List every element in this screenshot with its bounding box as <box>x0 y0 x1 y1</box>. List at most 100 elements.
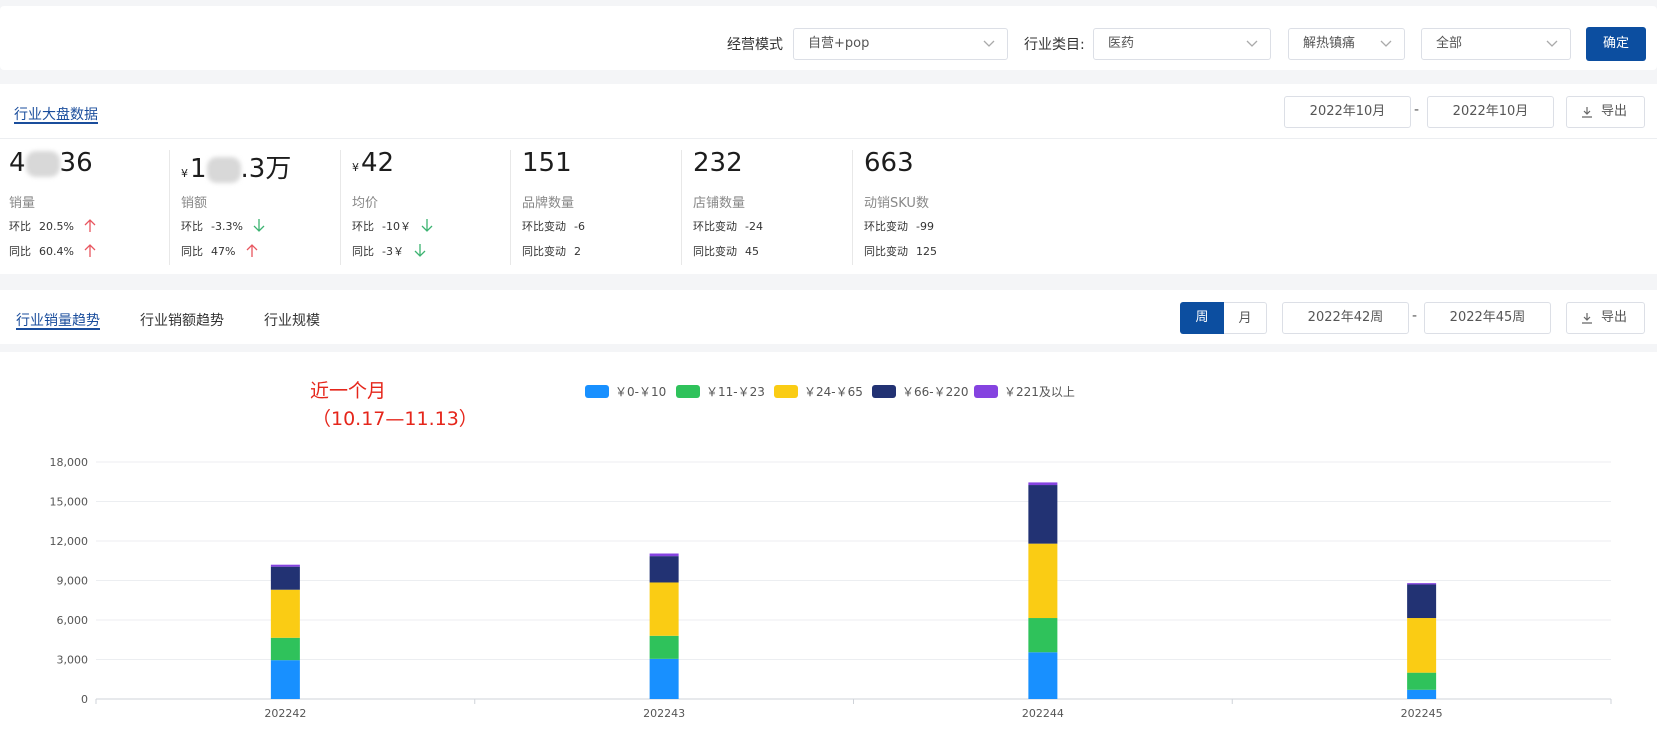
metric-mom: 环比 -3.3% <box>181 218 266 234</box>
mode-select[interactable]: 自营+pop <box>793 28 1008 60</box>
metric-divider <box>340 150 341 265</box>
active-tab-underline <box>16 328 100 330</box>
overview-date-to[interactable]: 2022年10月 <box>1427 96 1554 128</box>
month-toggle[interactable]: 月 <box>1224 302 1267 334</box>
bar-segment[interactable] <box>1028 482 1058 486</box>
metric-yoy: 同比 -3￥ <box>352 243 427 259</box>
legend-item[interactable]: ￥0-￥10 <box>585 383 666 400</box>
bar-segment[interactable] <box>649 556 679 583</box>
y-tick-label: 18,000 <box>50 456 89 469</box>
trend-export-button[interactable]: 导出 <box>1566 302 1645 334</box>
overview-date-from[interactable]: 2022年10月 <box>1284 96 1411 128</box>
bar-segment[interactable] <box>649 635 679 659</box>
industry-select[interactable]: 医药 <box>1093 28 1271 60</box>
metric-label: 销额 <box>181 196 208 211</box>
bar-segment[interactable] <box>270 637 300 661</box>
metric-label: 店铺数量 <box>693 196 746 211</box>
arrow-down-icon <box>415 244 426 257</box>
tab-sales-amount-trend[interactable]: 行业销额趋势 <box>140 310 224 330</box>
metric-value: 151 <box>522 148 572 178</box>
y-tick-label: 3,000 <box>57 654 89 667</box>
trend-date-to[interactable]: 2022年45周 <box>1424 302 1551 334</box>
bar-segment[interactable] <box>649 582 679 636</box>
y-tick-label: 0 <box>81 693 88 706</box>
overview-export-button[interactable]: 导出 <box>1566 96 1645 128</box>
metric-value: ¥1.3万 <box>181 154 292 184</box>
legend-item[interactable]: ￥24-￥65 <box>774 383 863 400</box>
arrow-down-icon <box>422 219 433 232</box>
week-toggle[interactable]: 周 <box>1180 302 1224 334</box>
bar-segment[interactable] <box>270 564 300 567</box>
download-icon <box>1582 107 1592 118</box>
metric-value: ¥42 <box>352 148 395 178</box>
legend-item[interactable]: ￥221及以上 <box>974 383 1075 400</box>
bar-segment[interactable] <box>1407 583 1437 585</box>
bar-segment[interactable] <box>1407 672 1437 690</box>
industry-select-value: 医药 <box>1108 36 1135 51</box>
legend-swatch <box>974 385 998 398</box>
annotation-line1: 近一个月 <box>310 380 387 402</box>
annotation-line2: （10.17—11.13） <box>312 408 478 430</box>
overview-tab[interactable]: 行业大盘数据 <box>14 104 98 124</box>
metric-value: 663 <box>864 148 914 178</box>
bar-segment[interactable] <box>1407 618 1437 673</box>
bar-segment[interactable] <box>1028 652 1058 699</box>
metric-label: 动销SKU数 <box>864 196 929 211</box>
bar-segment[interactable] <box>270 589 300 638</box>
bar-segment[interactable] <box>1407 689 1437 699</box>
bar-segment[interactable] <box>270 566 300 590</box>
scope-select-value: 全部 <box>1436 36 1463 51</box>
bar-segment[interactable] <box>270 660 300 699</box>
metric-yoy: 同比变动 2 <box>522 245 581 258</box>
x-tick-label: 202245 <box>1401 707 1443 720</box>
metric-label: 销量 <box>9 196 36 211</box>
legend-swatch <box>676 385 700 398</box>
metric-value: 232 <box>693 148 743 178</box>
bar-segment[interactable] <box>649 658 679 699</box>
confirm-button[interactable]: 确定 <box>1586 27 1646 61</box>
bar-segment[interactable] <box>1407 584 1437 619</box>
arrow-up-icon <box>84 244 96 257</box>
metric-mom: 环比 20.5% <box>9 218 97 234</box>
legend-item[interactable]: ￥11-￥23 <box>676 383 765 400</box>
bar-segment[interactable] <box>1028 485 1058 544</box>
trend-date-dash: - <box>1412 308 1418 324</box>
y-tick-label: 15,000 <box>50 496 89 509</box>
export-label: 导出 <box>1601 104 1628 119</box>
legend-swatch <box>585 385 609 398</box>
tab-industry-scale[interactable]: 行业规模 <box>264 310 320 330</box>
mode-label: 经营模式 <box>727 37 783 53</box>
redacted-mask <box>25 150 60 177</box>
subcategory-select-value: 解热镇痛 <box>1303 36 1356 51</box>
metric-divider <box>510 150 511 265</box>
metric-divider <box>169 150 170 265</box>
metric-active-sku: 663 动销SKU数 环比变动 -99 同比变动 125 <box>864 148 1034 266</box>
bar-segment[interactable] <box>1028 618 1058 653</box>
industry-label: 行业类目: <box>1024 37 1085 53</box>
y-tick-label: 6,000 <box>57 614 89 627</box>
y-tick-label: 9,000 <box>57 575 89 588</box>
chevron-down-icon <box>1546 40 1558 47</box>
download-icon <box>1582 313 1592 324</box>
metric-yoy: 同比变动 125 <box>864 245 937 258</box>
mode-select-value: 自营+pop <box>808 36 870 51</box>
scope-select[interactable]: 全部 <box>1421 28 1571 60</box>
arrow-down-icon <box>253 219 265 232</box>
legend-item[interactable]: ￥66-￥220 <box>872 383 969 400</box>
metric-brand-count: 151 品牌数量 环比变动 -6 同比变动 2 <box>522 148 692 266</box>
trend-date-from[interactable]: 2022年42周 <box>1282 302 1409 334</box>
metric-yoy: 同比 47% <box>181 243 259 259</box>
overview-date-dash: - <box>1414 102 1420 118</box>
metric-store-count: 232 店铺数量 环比变动 -24 同比变动 45 <box>693 148 863 266</box>
subcategory-select[interactable]: 解热镇痛 <box>1288 28 1405 60</box>
metric-avg-price: ¥42 均价 环比 -10￥ 同比 -3￥ <box>352 148 522 266</box>
bar-segment[interactable] <box>649 553 679 557</box>
metric-divider <box>852 150 853 265</box>
arrow-up-icon <box>246 244 258 257</box>
chevron-down-icon <box>1380 40 1392 47</box>
export-label: 导出 <box>1601 310 1628 325</box>
y-tick-label: 12,000 <box>50 535 89 548</box>
metric-divider <box>681 150 682 265</box>
tab-sales-volume-trend[interactable]: 行业销量趋势 <box>16 310 100 330</box>
bar-segment[interactable] <box>1028 543 1058 619</box>
